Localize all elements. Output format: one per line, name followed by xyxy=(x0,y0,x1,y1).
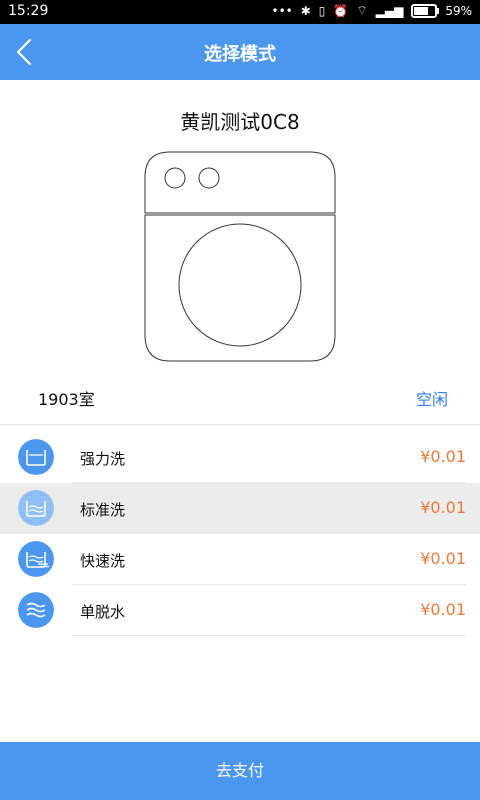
mode-item-tuoshui[interactable]: 单脱水 ¥0.01 xyxy=(0,585,480,636)
mode-item-biaozhun[interactable]: 标准洗 ¥0.01 xyxy=(0,483,480,534)
washing-machine-illustration xyxy=(140,150,340,365)
status-icons: ••• ✱ ▯ ⏰ ⌔ ▂▄▆ 59% xyxy=(271,3,472,18)
row-divider xyxy=(72,635,466,636)
page-title: 选择模式 xyxy=(204,44,276,65)
mode-price: ¥0.01 xyxy=(420,600,466,619)
device-name: 黄凯测试0C8 xyxy=(180,110,300,134)
basin-waves-icon xyxy=(18,490,54,526)
battery-icon xyxy=(411,3,440,18)
washing-machine-icon xyxy=(144,151,336,362)
mode-price: ¥0.01 xyxy=(420,447,466,466)
mode-label: 快速洗 xyxy=(80,552,126,570)
mode-label: 强力洗 xyxy=(80,450,126,468)
divider xyxy=(0,424,480,425)
status-badge: 空闲 xyxy=(415,390,448,409)
mode-label: 单脱水 xyxy=(80,603,126,621)
bluetooth-icon: ✱ xyxy=(300,3,311,18)
status-bar: 15:29 ••• ✱ ▯ ⏰ ⌔ ▂▄▆ 59% xyxy=(0,0,480,24)
more-dots-icon: ••• xyxy=(271,3,293,18)
mode-item-qiangli[interactable]: 强力洗 ¥0.01 xyxy=(0,432,480,483)
signal-icon: ▂▄▆ xyxy=(375,3,404,18)
room-label: 1903室 xyxy=(38,390,95,409)
alarm-icon: ⏰ xyxy=(333,3,349,18)
mode-price: ¥0.01 xyxy=(420,498,466,517)
wifi-icon: ⌔ xyxy=(356,3,368,17)
pay-button[interactable]: 去支付 xyxy=(0,742,480,800)
app-bar: 选择模式 xyxy=(0,24,480,80)
mode-item-kuaisu[interactable]: 快速洗 ¥0.01 xyxy=(0,534,480,585)
fast-wash-icon xyxy=(18,541,54,577)
vibrate-icon: ▯ xyxy=(318,3,326,18)
basin-icon xyxy=(18,439,54,475)
mode-label: 标准洗 xyxy=(80,501,126,519)
spin-waves-icon xyxy=(18,592,54,628)
battery-percent: 59% xyxy=(445,3,472,18)
status-time: 15:29 xyxy=(8,3,49,19)
mode-price: ¥0.01 xyxy=(420,549,466,568)
